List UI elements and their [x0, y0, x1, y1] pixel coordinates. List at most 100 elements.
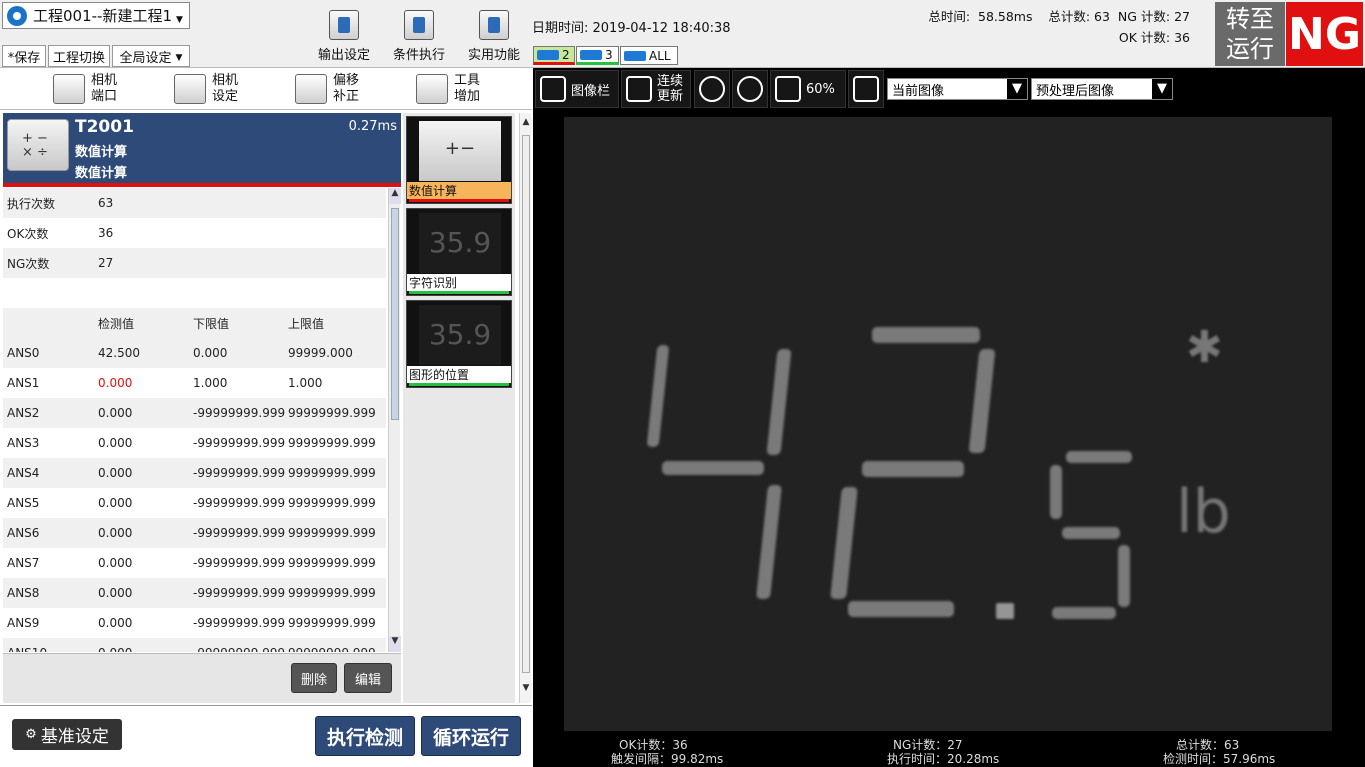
thumbnail-image: 35.9 [419, 213, 501, 273]
cell: ANS3 [7, 436, 40, 450]
chevron-down-icon: ▼ [175, 53, 183, 63]
camera-port-button[interactable]: 相机 端口 [53, 72, 117, 106]
camera-tab-label: 2 [562, 47, 570, 62]
condition-exec-button[interactable]: 条件执行 [383, 10, 455, 66]
flow-scrollbar[interactable]: ▲ ▼ [519, 113, 532, 703]
flow-item-label: 图形的位置 [407, 366, 511, 383]
add-tool-icon [416, 74, 448, 104]
cell: -99999999.999 [193, 646, 288, 652]
base-setting-button[interactable]: ⚙ 基准设定 [12, 719, 122, 750]
scroll-up-icon[interactable]: ▲ [389, 188, 401, 204]
save-button[interactable]: *保存 [2, 45, 46, 67]
roi-button[interactable] [848, 70, 884, 108]
tool-label: 补正 [333, 89, 360, 104]
table-row: ANS2 0.000 -99999999.999 99999999.999 [3, 398, 386, 428]
flow-item-calc[interactable]: +− 数值计算 [406, 116, 512, 204]
table-row: ANS6 0.000 -99999999.999 99999999.999 [3, 518, 386, 548]
cell: 0.000 [193, 346, 228, 360]
image-bar-button[interactable]: 图像栏 [535, 70, 619, 108]
chevron-down-icon: ▼ [176, 15, 183, 25]
cell: OK次数 [7, 226, 49, 241]
tool-label: 端口 [91, 89, 118, 104]
output-settings-button[interactable]: 输出设定 [308, 10, 380, 66]
table-row: 执行次数 63 [3, 188, 386, 218]
camera-icon [537, 49, 559, 60]
cell: ANS9 [7, 616, 40, 630]
cell: -99999999.999 [193, 436, 286, 450]
branch-icon [404, 10, 434, 40]
cell: 0.000 [98, 616, 133, 630]
cell: 1.000 [193, 376, 228, 390]
tool-label: 实用功能 [467, 48, 520, 63]
status-bar [409, 291, 509, 294]
table-row: ANS9 0.000 -99999999.999 99999999.999 [3, 608, 386, 638]
scroll-up-icon[interactable]: ▲ [520, 117, 532, 133]
cell: ANS1 [7, 376, 40, 390]
add-tool-button[interactable]: 工具 增加 [416, 72, 480, 106]
edit-button[interactable]: 编辑 [344, 663, 392, 693]
camera-settings-button[interactable]: 相机 设定 [174, 72, 238, 106]
global-settings-button[interactable]: 全局设定 ▼ [112, 45, 190, 67]
cell: 0.000 [98, 556, 133, 570]
flow-list: +− 数值计算 35.9 字符识别 35.9 图形的位置 [403, 113, 515, 703]
cell: -99999999.999 [193, 526, 286, 540]
crosshair-icon [853, 76, 879, 102]
zoom-out-button[interactable] [732, 70, 768, 108]
flow-item-ocr[interactable]: 35.9 字符识别 [406, 208, 512, 296]
project-select[interactable]: 工程001--新建工程1 ▼ [2, 2, 190, 29]
scroll-thumb[interactable] [391, 208, 399, 420]
scroll-down-icon[interactable]: ▼ [520, 683, 532, 699]
cell: 0.000 [98, 646, 193, 652]
stats-line-1: 总时间: 58.58ms 总计数: 63 NG 计数: 27 [928, 9, 1190, 24]
cell: 36 [98, 226, 114, 240]
current-image-select[interactable]: 当前图像 ▼ [887, 78, 1028, 100]
project-switch-button[interactable]: 工程切换 [48, 45, 110, 67]
table-row: ANS8 0.000 -99999999.999 99999999.999 [3, 578, 386, 608]
scroll-thumb[interactable] [522, 135, 530, 673]
processed-image-select[interactable]: 预处理后图像 ▼ [1031, 78, 1173, 100]
tool-type: 数值计算 [75, 145, 128, 160]
table-scrollbar[interactable]: ▲ ▼ [388, 188, 401, 652]
switch-to-run-button[interactable]: 转至 运行 [1215, 2, 1285, 66]
cell: ANS0 [7, 346, 40, 360]
tool-label: 增加 [454, 89, 481, 104]
result-badge: NG [1286, 2, 1363, 66]
continuous-update-button[interactable]: 连续 更新 [621, 70, 691, 108]
thumbnail-image: 35.9 [419, 305, 501, 365]
table-row: ANS100.000-99999999.99999999999.999 [3, 638, 386, 652]
camera-icon [53, 74, 85, 104]
fit-zoom-button[interactable]: 60% [770, 70, 846, 108]
cell: NG次数 [7, 256, 50, 271]
flow-item-pattern[interactable]: 35.9 图形的位置 [406, 300, 512, 388]
status-line [3, 183, 401, 187]
ng-count: NG计数：27 [893, 738, 963, 752]
camera-tab-3[interactable]: 3 [576, 46, 619, 65]
tool-label: 设定 [212, 89, 239, 104]
unit-glyph: lb [1176, 477, 1231, 547]
edit-label: 编辑 [354, 672, 381, 688]
base-setting-label: 基准设定 [40, 727, 109, 747]
delete-button[interactable]: 删除 [291, 663, 337, 693]
settings-icon: ⚙ [25, 727, 37, 742]
project-switch-label: 工程切换 [52, 50, 105, 66]
scroll-down-icon[interactable]: ▼ [389, 636, 401, 652]
chevron-down-icon: ▼ [1152, 79, 1172, 99]
tool-label: 工具 [454, 73, 481, 88]
image-icon [540, 76, 566, 102]
camera-tab-2[interactable]: 2 [533, 46, 575, 65]
execute-button[interactable]: 执行检测 [315, 716, 415, 756]
flow-item-label: 字符识别 [407, 274, 511, 291]
cell: 99999999.999 [288, 616, 376, 630]
loop-run-button[interactable]: 循环运行 [421, 716, 521, 756]
cell: ANS2 [7, 406, 40, 420]
offset-correction-button[interactable]: 偏移 补正 [295, 72, 359, 106]
zoom-in-button[interactable] [694, 70, 730, 108]
tool-id: T2001 [75, 117, 134, 137]
table-row: ANS1 0.000 1.000 1.000 [3, 368, 386, 398]
fit-icon [775, 76, 801, 102]
tool-label: 输出设定 [317, 48, 370, 63]
utility-button[interactable]: 实用功能 [458, 10, 530, 66]
detect-time: 检测时间：57.96ms [1163, 752, 1276, 766]
camera-tab-all[interactable]: ALL [620, 46, 678, 65]
cell: 99999999.999 [288, 436, 376, 450]
